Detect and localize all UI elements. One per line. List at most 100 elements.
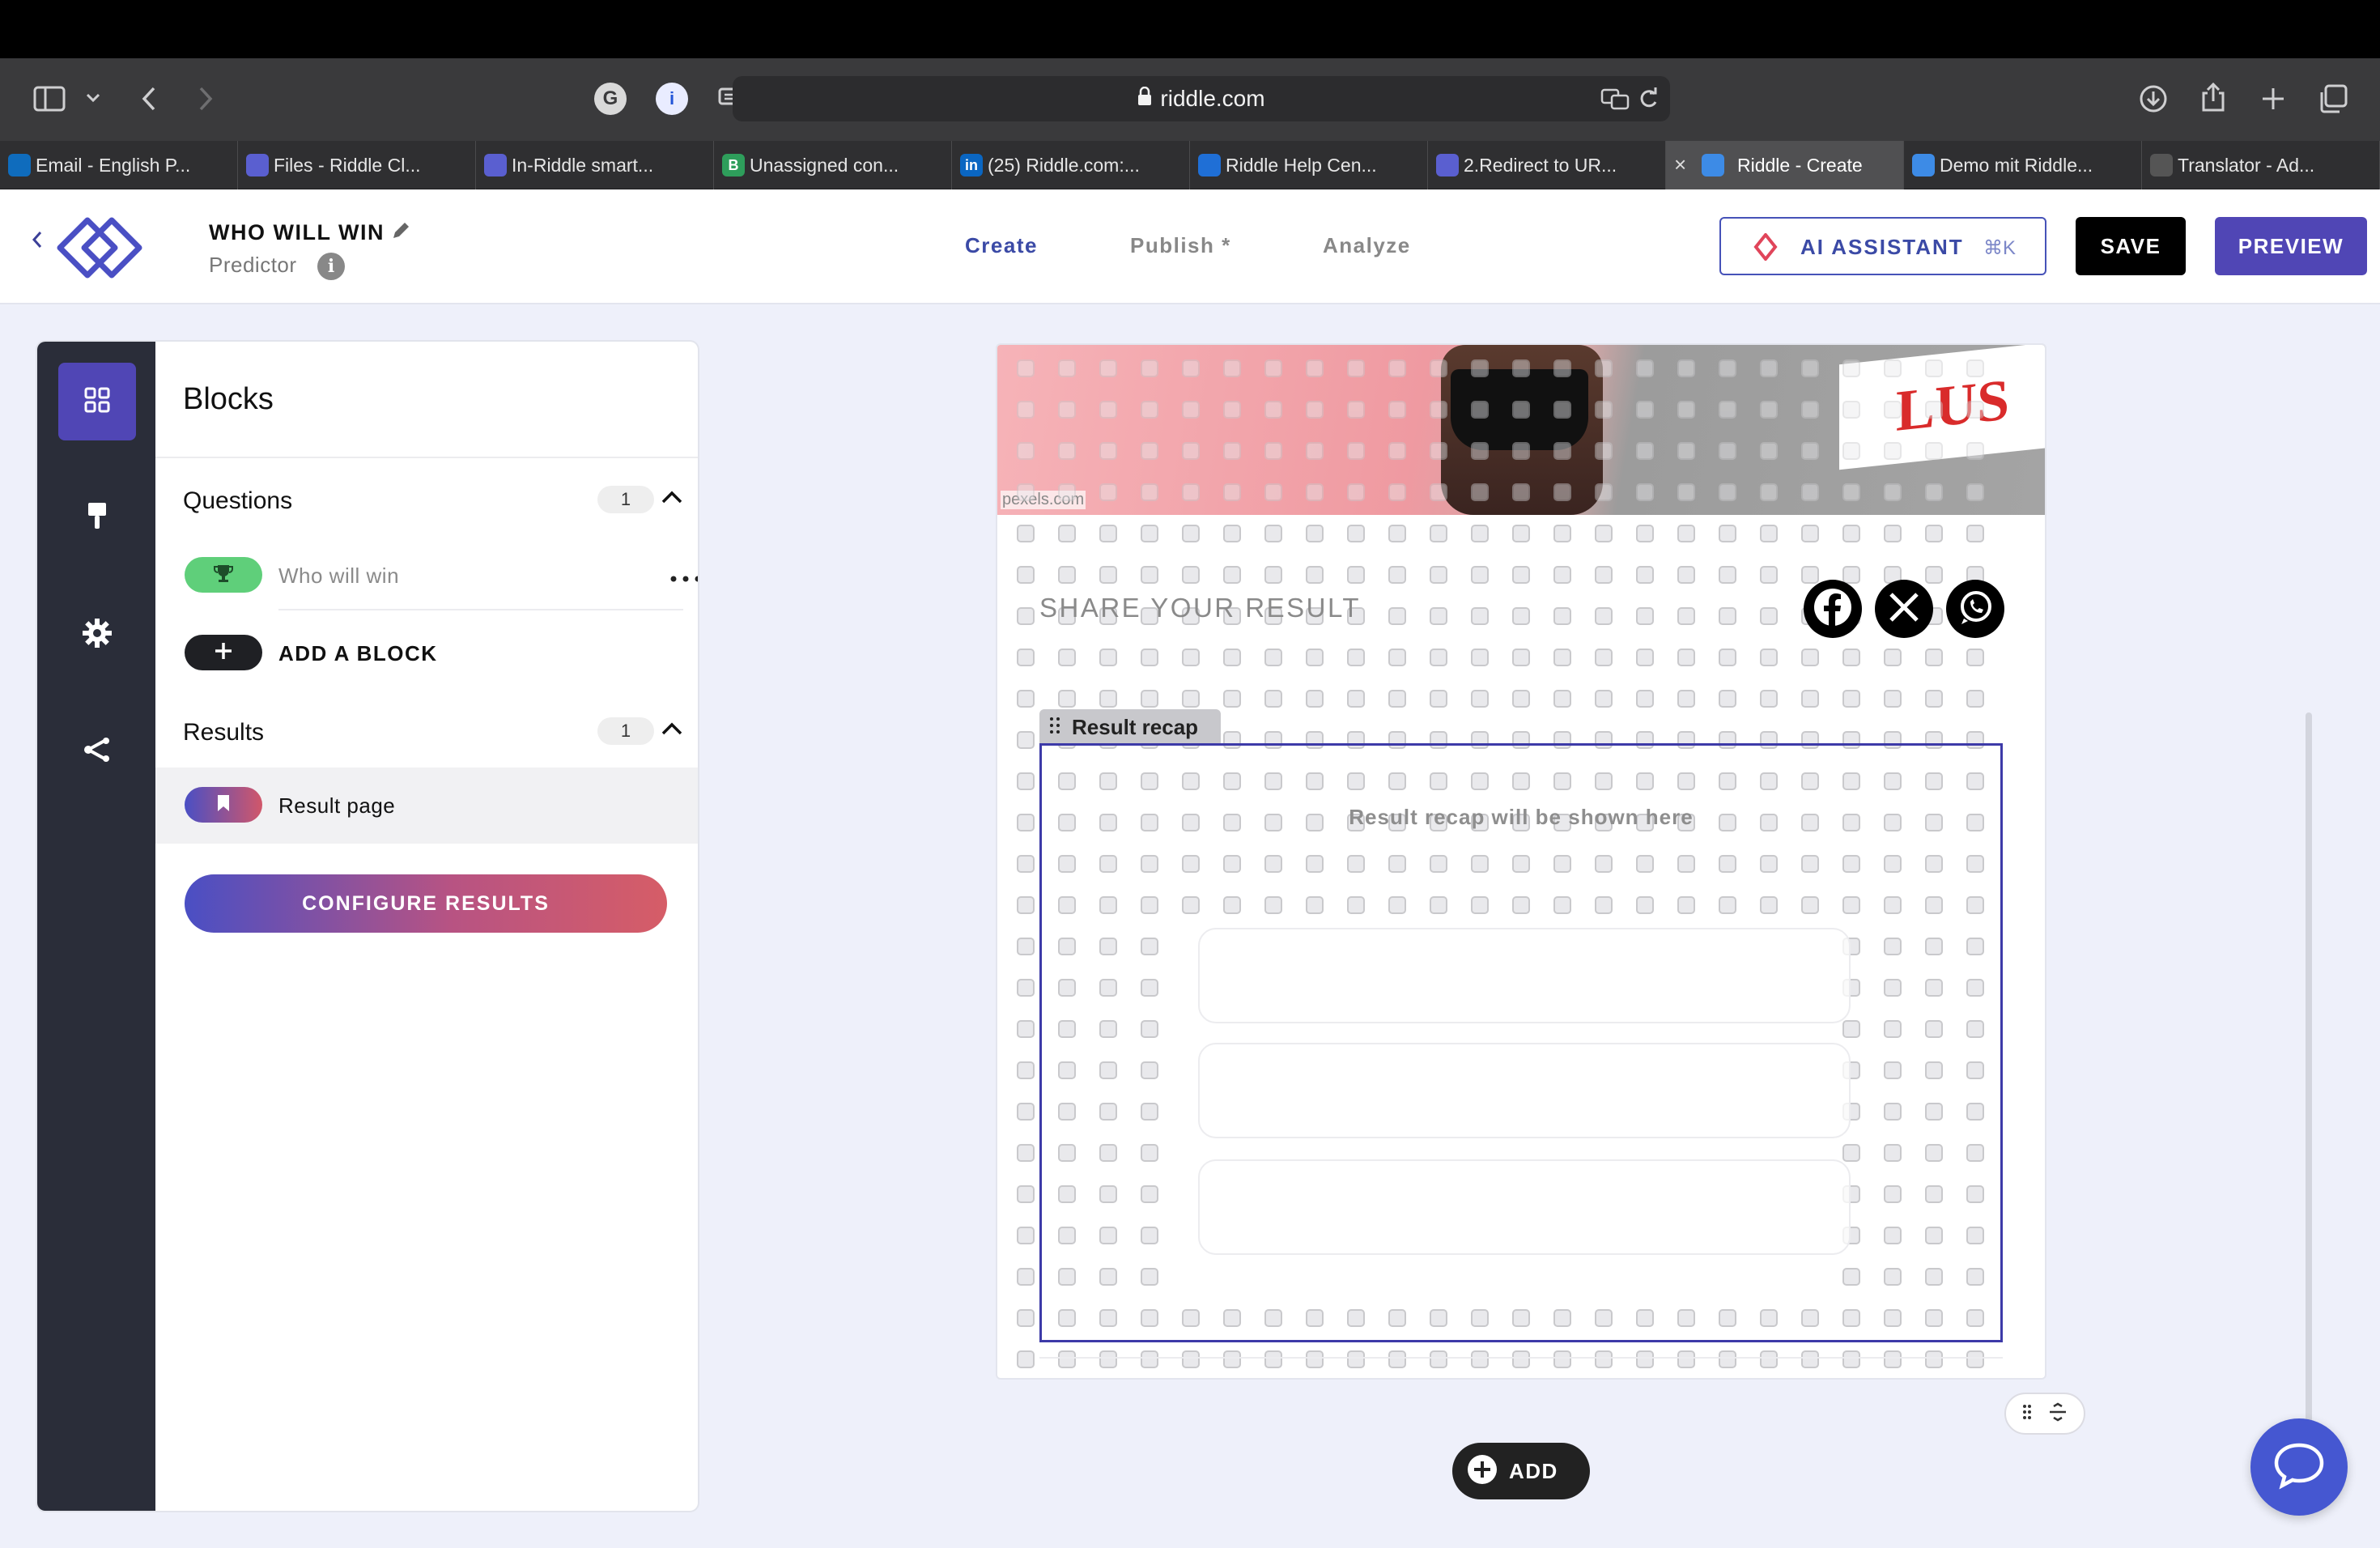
configure-results-button[interactable]: CONFIGURE RESULTS bbox=[185, 874, 667, 933]
grid-cell bbox=[1677, 525, 1695, 542]
questions-section-header[interactable]: Questions 1 bbox=[155, 458, 698, 539]
grid-cell bbox=[1017, 855, 1035, 873]
download-icon[interactable] bbox=[2137, 83, 2170, 115]
share-icon[interactable] bbox=[2197, 79, 2229, 115]
sidebar-toggle-icon[interactable] bbox=[29, 81, 70, 117]
chevron-down-icon[interactable] bbox=[81, 86, 105, 110]
grid-cell bbox=[1430, 442, 1447, 460]
facebook-share-button[interactable] bbox=[1804, 580, 1862, 638]
browser-tab[interactable]: Demo mit Riddle... bbox=[1904, 141, 2142, 189]
browser-tab[interactable]: B Unassigned con... bbox=[714, 141, 952, 189]
results-section-header[interactable]: Results 1 bbox=[155, 690, 698, 771]
close-tab-icon[interactable]: × bbox=[1674, 152, 1686, 177]
browser-tab[interactable]: Files - Riddle Cl... bbox=[238, 141, 476, 189]
back-chevron-icon[interactable] bbox=[31, 230, 44, 253]
browser-tab[interactable]: Riddle Help Cen... bbox=[1190, 141, 1428, 189]
edit-pencil-icon[interactable] bbox=[390, 220, 411, 245]
add-block-button[interactable]: ADD A BLOCK bbox=[155, 617, 698, 687]
questions-label: Questions bbox=[183, 487, 293, 514]
chat-bubble-icon bbox=[2272, 1441, 2326, 1494]
grid-cell bbox=[1595, 442, 1613, 460]
question-block-item[interactable]: Who will win bbox=[155, 539, 698, 610]
grid-cell bbox=[1925, 690, 1943, 708]
translate-icon[interactable] bbox=[1600, 87, 1630, 116]
more-options-icon[interactable] bbox=[670, 572, 698, 586]
browser-tab[interactable]: 2.Redirect to UR... bbox=[1428, 141, 1666, 189]
grid-cell bbox=[1512, 483, 1530, 501]
x-share-button[interactable] bbox=[1875, 580, 1933, 638]
grid-cell bbox=[1017, 607, 1035, 625]
save-button[interactable]: SAVE bbox=[2076, 217, 2186, 275]
grid-cell bbox=[1306, 483, 1324, 501]
reload-icon[interactable] bbox=[1638, 87, 1659, 116]
chevron-up-icon[interactable] bbox=[661, 721, 683, 741]
grid-cell bbox=[1553, 483, 1571, 501]
rail-blocks-button[interactable] bbox=[58, 363, 136, 440]
grid-cell bbox=[1223, 566, 1241, 584]
password-manager-icon[interactable]: i bbox=[656, 83, 688, 115]
grid-cell bbox=[1264, 359, 1282, 377]
rail-settings-button[interactable] bbox=[58, 596, 136, 674]
grid-cell bbox=[1264, 1350, 1282, 1368]
blocks-header: Blocks bbox=[155, 342, 698, 458]
grid-cell bbox=[1553, 607, 1571, 625]
rail-logic-button[interactable] bbox=[58, 712, 136, 790]
grid-cell bbox=[1182, 401, 1200, 419]
grid-cell bbox=[1842, 649, 1860, 666]
preview-button[interactable]: PREVIEW bbox=[2215, 217, 2367, 275]
riddle-logo[interactable] bbox=[55, 214, 146, 284]
chevron-up-icon[interactable] bbox=[661, 489, 683, 509]
browser-tab[interactable]: × Riddle - Create bbox=[1666, 141, 1904, 189]
grid-cell bbox=[1677, 1350, 1695, 1368]
browser-tab[interactable]: Email - English P... bbox=[0, 141, 238, 189]
back-icon[interactable] bbox=[134, 81, 164, 117]
page-scrollbar[interactable] bbox=[2306, 712, 2312, 1441]
grid-cell bbox=[1595, 1350, 1613, 1368]
whatsapp-share-button[interactable] bbox=[1946, 580, 2004, 638]
grid-cell bbox=[1471, 359, 1489, 377]
block-tools[interactable] bbox=[2004, 1393, 2085, 1435]
ai-assistant-button[interactable]: AI ASSISTANT ⌘K bbox=[1719, 217, 2046, 275]
spacing-icon[interactable] bbox=[2048, 1402, 2068, 1426]
new-tab-icon[interactable] bbox=[2257, 83, 2289, 115]
grid-cell bbox=[1801, 525, 1819, 542]
whatsapp-icon bbox=[1956, 588, 1995, 631]
grammarly-icon[interactable]: G bbox=[594, 83, 627, 115]
blocks-panel: Blocks Questions 1 Who will win ADD A BL… bbox=[37, 342, 698, 1511]
add-block-bottom-button[interactable]: ADD bbox=[1452, 1443, 1590, 1499]
forward-icon[interactable] bbox=[191, 81, 220, 117]
tab-analyze[interactable]: Analyze bbox=[1323, 233, 1411, 258]
tab-label: Riddle - Create bbox=[1737, 154, 1863, 176]
address-bar[interactable]: riddle.com bbox=[733, 76, 1670, 121]
grid-cell bbox=[1842, 401, 1860, 419]
browser-tab[interactable]: In-Riddle smart... bbox=[476, 141, 714, 189]
rail-design-button[interactable] bbox=[58, 479, 136, 557]
drag-handle-icon[interactable] bbox=[2022, 1404, 2032, 1424]
grid-cell bbox=[1058, 1350, 1076, 1368]
grid-cell bbox=[1925, 566, 1943, 584]
tab-create[interactable]: Create bbox=[965, 233, 1038, 258]
chat-launcher-button[interactable] bbox=[2250, 1418, 2348, 1516]
recap-skeleton-card bbox=[1198, 1159, 1851, 1255]
grid-icon bbox=[83, 385, 112, 419]
grid-cell bbox=[1760, 649, 1778, 666]
grid-cell bbox=[1017, 1227, 1035, 1244]
browser-tab[interactable]: in (25) Riddle.com:... bbox=[952, 141, 1190, 189]
grid-cell bbox=[1966, 690, 1984, 708]
grid-cell bbox=[1141, 1350, 1158, 1368]
drag-handle-icon[interactable] bbox=[1049, 717, 1060, 738]
grid-cell bbox=[1223, 359, 1241, 377]
grid-cell bbox=[1842, 442, 1860, 460]
browser-tab[interactable]: Translator - Ad... bbox=[2142, 141, 2380, 189]
gear-icon bbox=[82, 618, 113, 653]
grid-cell bbox=[1141, 442, 1158, 460]
info-icon[interactable]: i bbox=[317, 253, 345, 280]
page-title: WHO WILL WIN bbox=[209, 220, 385, 245]
tab-publish[interactable]: Publish * bbox=[1130, 233, 1231, 258]
grid-cell bbox=[1719, 525, 1736, 542]
tab-overview-icon[interactable] bbox=[2317, 83, 2349, 115]
result-page-item[interactable]: Result page bbox=[155, 768, 698, 844]
tab-label: Translator - Ad... bbox=[2178, 154, 2315, 176]
result-recap-tag[interactable]: Result recap bbox=[1039, 709, 1221, 745]
grid-cell bbox=[1512, 442, 1530, 460]
